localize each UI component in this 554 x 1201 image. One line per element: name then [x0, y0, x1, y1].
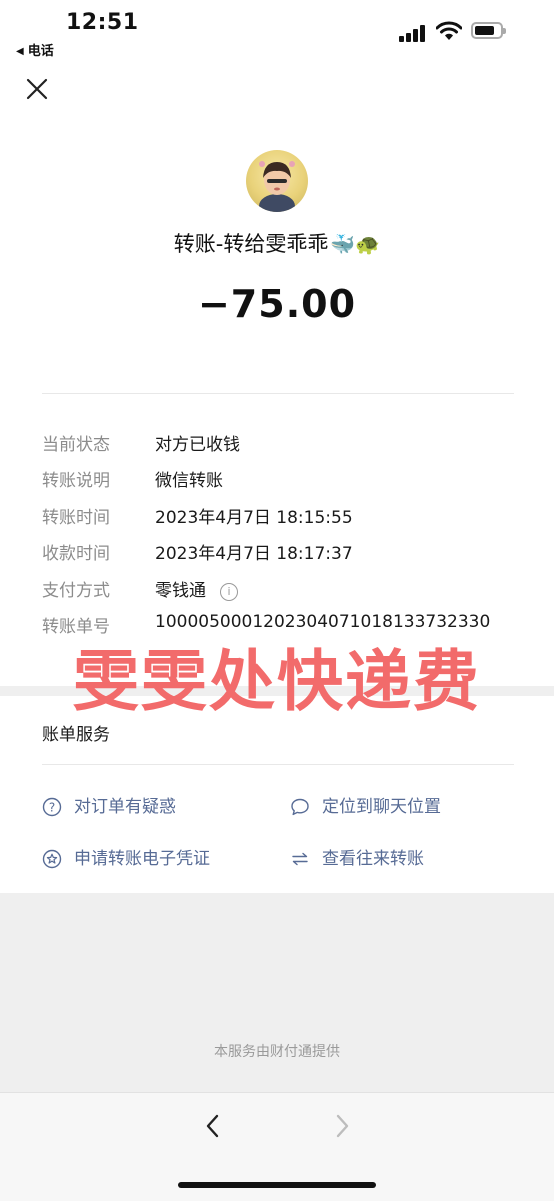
detail-label: 收款时间	[42, 544, 110, 564]
wifi-icon	[436, 21, 462, 40]
chevron-left-icon	[206, 1114, 219, 1138]
svg-text:?: ?	[49, 801, 55, 815]
nav-forward-button[interactable]	[327, 1111, 357, 1141]
detail-value: 微信转账	[155, 471, 223, 491]
service-label: 对订单有疑惑	[74, 797, 176, 817]
back-to-app-link[interactable]: ◀ 电话	[16, 40, 54, 59]
bottom-background	[0, 893, 554, 1092]
detail-value: 2023年4月7日 18:15:55	[155, 508, 353, 528]
status-time: 12:51	[66, 10, 139, 35]
star-circle-icon	[42, 849, 62, 869]
service-label: 申请转账电子凭证	[74, 849, 210, 869]
swap-arrows-icon	[292, 852, 308, 866]
service-label: 定位到聊天位置	[322, 797, 441, 817]
close-icon	[26, 78, 48, 100]
detail-value: 零钱通 i	[155, 576, 238, 601]
divider	[42, 764, 514, 765]
detail-row-transfer-time: 转账时间 2023年4月7日 18:15:55	[42, 503, 522, 533]
transfer-title-text: 转账-转给雯乖乖	[173, 232, 329, 256]
detail-value: 对方已收钱	[155, 435, 240, 455]
detail-label: 转账时间	[42, 508, 110, 528]
detail-label: 当前状态	[42, 435, 110, 455]
info-icon[interactable]: i	[220, 583, 238, 601]
transfer-amount: −75.00	[197, 282, 357, 326]
bill-service-title: 账单服务	[42, 725, 110, 745]
service-label: 查看往来转账	[322, 849, 424, 869]
back-triangle-icon: ◀	[16, 46, 24, 57]
battery-icon	[471, 22, 506, 39]
payment-method-value: 零钱通	[155, 581, 206, 601]
close-button[interactable]	[22, 74, 52, 104]
chevron-right-icon	[336, 1114, 349, 1138]
detail-row-payment-method: 支付方式 零钱通 i	[42, 576, 522, 606]
detail-row-note: 转账说明 微信转账	[42, 466, 522, 496]
detail-label: 支付方式	[42, 581, 110, 601]
status-bar: 12:51 ◀ 电话	[0, 0, 554, 70]
chat-bubble-icon	[291, 798, 309, 816]
transfer-title: 转账-转给雯乖乖 🐳🐢	[0, 228, 554, 258]
avatar	[246, 150, 308, 212]
question-circle-icon: ?	[42, 797, 62, 817]
nav-back-button[interactable]	[198, 1111, 228, 1141]
back-app-label: 电话	[27, 44, 54, 59]
home-indicator	[178, 1182, 376, 1188]
detail-label: 转账说明	[42, 471, 110, 491]
detail-value: 2023年4月7日 18:17:37	[155, 544, 353, 564]
cellular-signal-icon	[399, 24, 429, 42]
title-emoji: 🐳🐢	[330, 232, 381, 256]
footer-provider-text: 本服务由财付通提供	[214, 1044, 340, 1060]
detail-row-status: 当前状态 对方已收钱	[42, 430, 522, 460]
watermark-overlay: 雯雯处快递费	[73, 643, 481, 720]
detail-row-receive-time: 收款时间 2023年4月7日 18:17:37	[42, 539, 522, 569]
divider	[42, 393, 514, 394]
